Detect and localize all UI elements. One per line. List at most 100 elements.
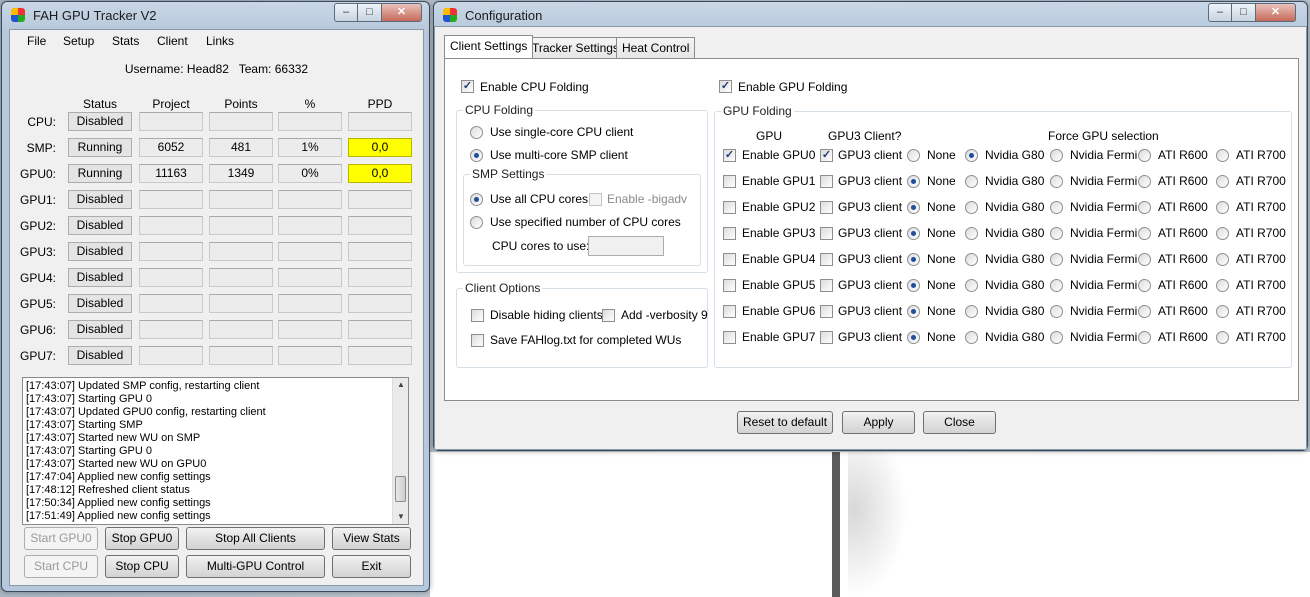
gpu4-force-radio-4[interactable] (1216, 253, 1229, 266)
use-all-cores-radio[interactable] (470, 193, 483, 206)
gpu5-force-radio-1[interactable] (965, 279, 978, 292)
gpu2-gpu3-checkbox[interactable] (820, 201, 833, 214)
gpu1-force-radio-4[interactable] (1216, 175, 1229, 188)
gpu0-force-radio-1[interactable] (965, 149, 978, 162)
cpu-cores-input[interactable] (588, 236, 664, 256)
stop-all-clients-button[interactable]: Stop All Clients (186, 527, 325, 550)
scroll-up-icon[interactable]: ▲ (393, 378, 408, 392)
exit-button[interactable]: Exit (332, 555, 411, 578)
gpu6-force-radio-4[interactable] (1216, 305, 1229, 318)
gpu1-force-radio-3[interactable] (1138, 175, 1151, 188)
gpu1-gpu3-checkbox[interactable] (820, 175, 833, 188)
gpu6-force-radio-2[interactable] (1050, 305, 1063, 318)
gpu0-force-radio-0[interactable] (907, 149, 920, 162)
minimize-button[interactable]: – (334, 3, 358, 22)
tab-heat-control[interactable]: Heat Control (616, 37, 696, 58)
gpu1-force-radio-0[interactable] (907, 175, 920, 188)
gpu6-gpu3-checkbox[interactable] (820, 305, 833, 318)
log-box[interactable]: [17:43:07] Updated SMP config, restartin… (22, 377, 409, 525)
gpu6-force-radio-3[interactable] (1138, 305, 1151, 318)
config-maximize-button[interactable]: □ (1232, 3, 1256, 22)
save-fahlog-checkbox[interactable] (471, 334, 484, 347)
config-titlebar[interactable]: Configuration – □ ✕ (434, 2, 1307, 28)
menu-links[interactable]: Links (206, 34, 234, 48)
tab-tracker-settings[interactable]: Tracker Settings (526, 37, 625, 58)
gpu0-gpu3-checkbox[interactable]: ✓ (820, 149, 833, 162)
gpu4-force-radio-3[interactable] (1138, 253, 1151, 266)
gpu4-force-radio-2[interactable] (1050, 253, 1063, 266)
menu-client[interactable]: Client (157, 34, 188, 48)
scroll-down-icon[interactable]: ▼ (393, 510, 408, 524)
gpu2-force-radio-0[interactable] (907, 201, 920, 214)
gpu7-force-radio-3[interactable] (1138, 331, 1151, 344)
gpu3-force-radio-1[interactable] (965, 227, 978, 240)
gpu3-force-radio-0[interactable] (907, 227, 920, 240)
gpu1-enable-checkbox[interactable] (723, 175, 736, 188)
gpu3-force-radio-4[interactable] (1216, 227, 1229, 240)
apply-button[interactable]: Apply (842, 411, 915, 434)
gpu3-enable-checkbox[interactable] (723, 227, 736, 240)
gpu5-force-radio-0[interactable] (907, 279, 920, 292)
multi-gpu-control-button[interactable]: Multi-GPU Control (186, 555, 325, 578)
single-core-radio[interactable] (470, 126, 483, 139)
start-cpu-button[interactable]: Start CPU (24, 555, 98, 578)
gpu5-force-radio-3[interactable] (1138, 279, 1151, 292)
gpu4-force-radio-1[interactable] (965, 253, 978, 266)
gpu3-force-radio-3[interactable] (1138, 227, 1151, 240)
gpu6-force-radio-1[interactable] (965, 305, 978, 318)
gpu0-force-radio-4[interactable] (1216, 149, 1229, 162)
gpu7-force-radio-2[interactable] (1050, 331, 1063, 344)
gpu6-enable-checkbox[interactable] (723, 305, 736, 318)
gpu7-gpu3-checkbox[interactable] (820, 331, 833, 344)
scroll-thumb[interactable] (395, 476, 406, 502)
menu-setup[interactable]: Setup (63, 34, 94, 48)
gpu7-force-radio-1[interactable] (965, 331, 978, 344)
menu-file[interactable]: File (27, 34, 46, 48)
verbosity-checkbox[interactable] (602, 309, 615, 322)
use-specified-cores-radio[interactable] (470, 216, 483, 229)
gpu4-enable-checkbox[interactable] (723, 253, 736, 266)
gpu5-force-radio-4[interactable] (1216, 279, 1229, 292)
multi-core-radio[interactable] (470, 149, 483, 162)
stop-gpu0-button[interactable]: Stop GPU0 (105, 527, 179, 550)
enable-cpu-folding-checkbox[interactable]: ✓ (461, 80, 474, 93)
gpu7-enable-checkbox[interactable] (723, 331, 736, 344)
gpu5-force-radio-2[interactable] (1050, 279, 1063, 292)
gpu2-force-radio-3[interactable] (1138, 201, 1151, 214)
gpu3-force-label-1: Nvidia G80 (985, 226, 1045, 240)
start-gpu0-button[interactable]: Start GPU0 (24, 527, 98, 550)
gpu7-force-radio-4[interactable] (1216, 331, 1229, 344)
gpu4-force-radio-0[interactable] (907, 253, 920, 266)
config-close-button[interactable]: ✕ (1256, 3, 1296, 22)
gpu2-force-radio-4[interactable] (1216, 201, 1229, 214)
menu-stats[interactable]: Stats (112, 34, 139, 48)
main-titlebar[interactable]: FAH GPU Tracker V2 – □ ✕ (2, 2, 429, 28)
gpu2-force-radio-1[interactable] (965, 201, 978, 214)
config-minimize-button[interactable]: – (1208, 3, 1232, 22)
gpu7-force-radio-0[interactable] (907, 331, 920, 344)
gpu3-force-radio-2[interactable] (1050, 227, 1063, 240)
gpu1-force-radio-1[interactable] (965, 175, 978, 188)
tab-client-settings[interactable]: Client Settings (444, 35, 534, 58)
gpu5-enable-checkbox[interactable] (723, 279, 736, 292)
gpu2-force-radio-2[interactable] (1050, 201, 1063, 214)
disable-hiding-checkbox[interactable] (471, 309, 484, 322)
config-close-action-button[interactable]: Close (923, 411, 996, 434)
maximize-button[interactable]: □ (358, 3, 382, 22)
gpu1-force-radio-2[interactable] (1050, 175, 1063, 188)
close-button[interactable]: ✕ (382, 3, 422, 22)
gpu5-gpu3-checkbox[interactable] (820, 279, 833, 292)
bigadv-checkbox[interactable] (589, 193, 602, 206)
gpu0-enable-checkbox[interactable]: ✓ (723, 149, 736, 162)
gpu0-force-radio-3[interactable] (1138, 149, 1151, 162)
gpu3-gpu3-checkbox[interactable] (820, 227, 833, 240)
enable-gpu-folding-checkbox[interactable]: ✓ (719, 80, 732, 93)
gpu2-enable-checkbox[interactable] (723, 201, 736, 214)
reset-to-default-button[interactable]: Reset to default (737, 411, 833, 434)
gpu0-force-radio-2[interactable] (1050, 149, 1063, 162)
gpu6-force-radio-0[interactable] (907, 305, 920, 318)
log-scrollbar[interactable]: ▲ ▼ (392, 378, 408, 524)
gpu4-gpu3-checkbox[interactable] (820, 253, 833, 266)
view-stats-button[interactable]: View Stats (332, 527, 411, 550)
stop-cpu-button[interactable]: Stop CPU (105, 555, 179, 578)
